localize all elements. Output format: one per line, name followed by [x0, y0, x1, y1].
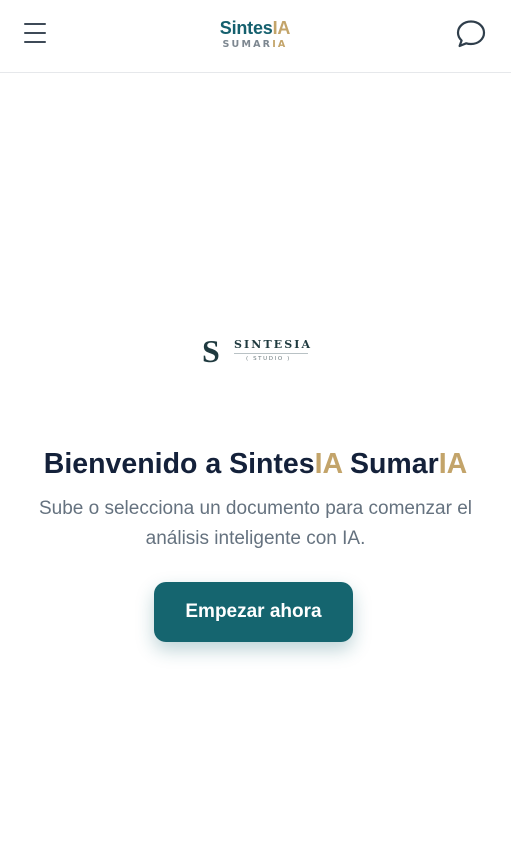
brand-name: SintesIA [219, 18, 291, 38]
logo-divider [234, 353, 308, 354]
welcome-subtitle: Sube o selecciona un documento para come… [38, 498, 473, 549]
brand-logo[interactable]: SintesIA SUMARIA [190, 18, 320, 51]
logo-studio-label: ( STUDIO ) [246, 356, 291, 362]
logo-word: SINTESIA [234, 338, 313, 351]
brand-subtitle: SUMARIA [222, 39, 288, 50]
hamburger-menu-icon [24, 23, 46, 25]
top-bar: SintesIA SUMARIA [0, 0, 511, 73]
logo-letter: S [202, 333, 220, 369]
chat-button[interactable] [455, 18, 487, 50]
menu-button[interactable] [22, 20, 50, 46]
app-root: SintesIA SUMARIA S SINTESIA ( STUDIO ) B… [0, 0, 511, 853]
chat-bubble-icon [456, 20, 486, 48]
welcome-title: Bienvenido a SintesIA SumarIA [43, 448, 468, 480]
start-now-button[interactable]: Empezar ahora [154, 582, 353, 642]
sintesia-studio-logo: S SINTESIA ( STUDIO ) [200, 334, 312, 370]
